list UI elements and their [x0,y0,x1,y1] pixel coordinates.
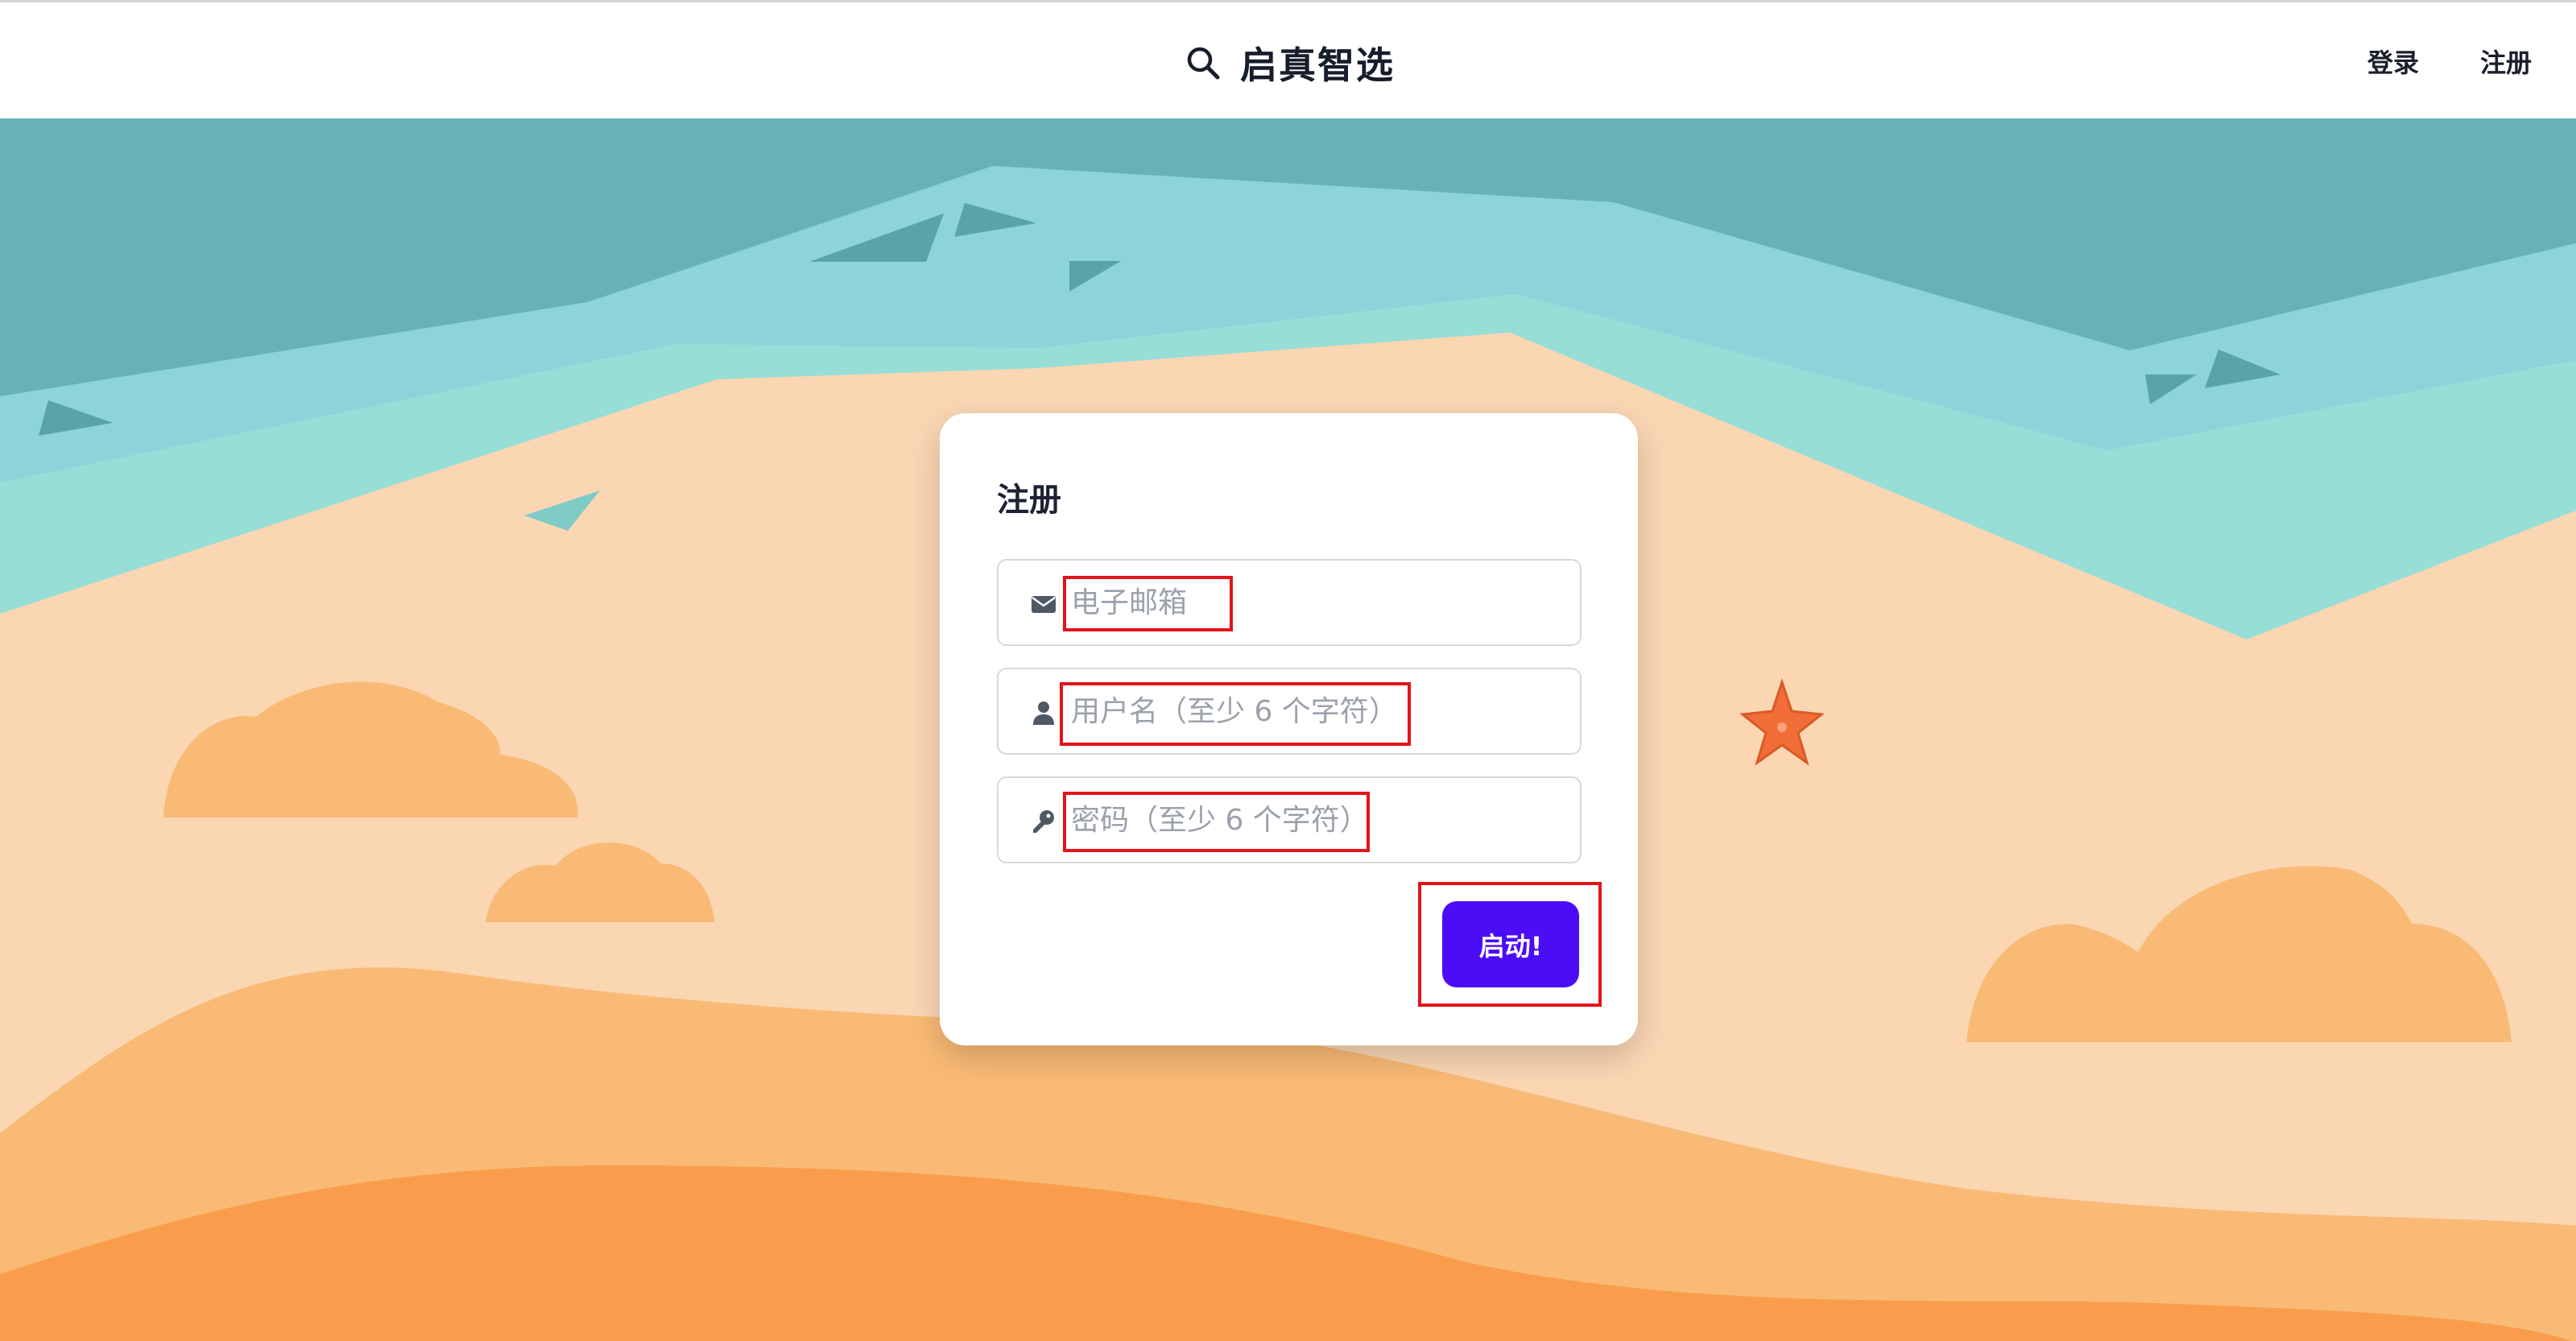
register-title: 注册 [997,482,1061,519]
brand[interactable]: 启真智选 [1184,35,1395,91]
register-link[interactable]: 注册 [2480,43,2532,80]
envelope-icon [1032,596,1056,613]
key-icon [1033,810,1054,833]
password-field[interactable] [997,776,1582,863]
login-link[interactable]: 登录 [2367,43,2419,80]
email-input[interactable] [1069,561,1569,644]
email-field[interactable] [997,559,1582,646]
brand-title: 启真智选 [1240,43,1395,87]
user-icon [1033,702,1054,725]
submit-button[interactable]: 启动! [1442,901,1579,987]
username-input[interactable] [1069,669,1569,753]
password-input[interactable] [1069,778,1569,862]
search-icon [1187,47,1220,80]
username-field[interactable] [997,668,1582,755]
top-navbar: 启真智选 登录 注册 [0,0,2576,118]
register-card: 注册 启动! [940,413,1638,1045]
